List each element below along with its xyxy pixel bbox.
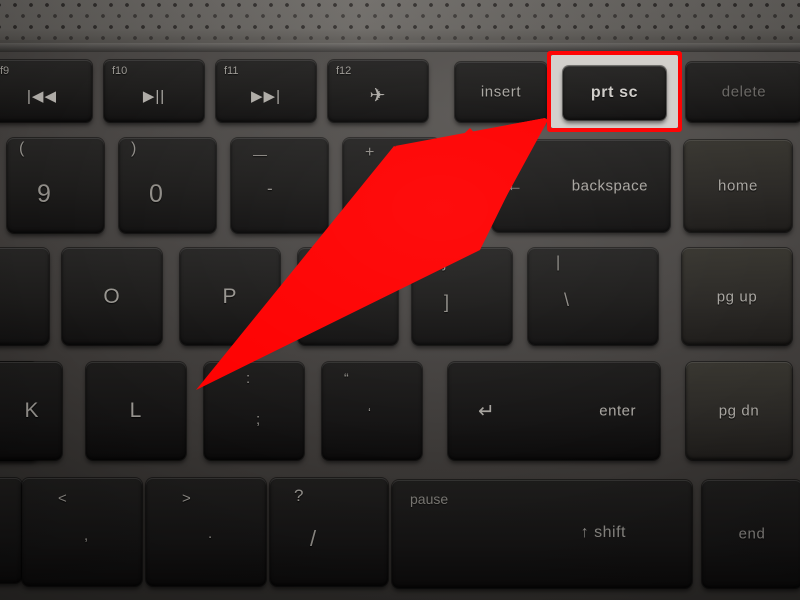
- delete-label: delete: [721, 83, 767, 101]
- previous-track-icon: |◀◀: [27, 87, 57, 105]
- key-equals-label: =: [373, 181, 385, 202]
- home-label: home: [718, 177, 758, 195]
- key-9[interactable]: ( 9: [7, 138, 104, 233]
- key-home[interactable]: home: [684, 140, 792, 232]
- pg-up-label: pg up: [716, 288, 758, 305]
- prt-sc-highlight-box: [547, 51, 682, 132]
- key-slash[interactable]: ? /: [270, 478, 388, 586]
- pg-dn-label: pg dn: [718, 402, 760, 420]
- key-pg-up[interactable]: pg up: [682, 248, 792, 345]
- key-delete[interactable]: delete: [686, 62, 800, 122]
- keyboard-photo: f9 |◀◀ f10 ▶|| f11 ▶▶| f12 ✈ insert prt …: [0, 0, 800, 600]
- key-bracket-right-label: ]: [444, 292, 450, 312]
- key-f11[interactable]: f11 ▶▶|: [216, 60, 316, 122]
- f10-label: f10: [112, 65, 128, 77]
- key-semicolon-shift-legend: :: [246, 370, 251, 387]
- airplane-mode-icon: ✈: [369, 85, 387, 107]
- key-bracket-right-shift-legend: }: [442, 254, 448, 271]
- key-slash-shift-legend: ?: [294, 486, 304, 505]
- key-o-label: O: [103, 284, 121, 308]
- key-minus[interactable]: — -: [231, 138, 328, 233]
- key-period-shift-legend: >: [182, 490, 191, 507]
- key-period-label: .: [208, 525, 213, 542]
- key-bracket-left[interactable]: { [: [298, 248, 398, 345]
- key-quote-label: ‘: [368, 405, 371, 420]
- key-m[interactable]: [0, 478, 22, 583]
- key-pg-dn[interactable]: pg dn: [686, 362, 792, 460]
- f9-label: f9: [0, 65, 10, 77]
- key-0[interactable]: ) 0: [119, 138, 216, 233]
- enter-label: enter: [599, 402, 636, 420]
- key-f10[interactable]: f10 ▶||: [104, 60, 204, 122]
- key-equals[interactable]: + =: [343, 138, 440, 233]
- key-semicolon-label: ;: [256, 411, 261, 428]
- key-bracket-right[interactable]: } ]: [412, 248, 512, 345]
- key-i[interactable]: [0, 248, 49, 345]
- key-right-shift[interactable]: pause ↑ shift: [392, 480, 692, 588]
- key-l-label: L: [129, 399, 143, 422]
- speaker-grille: [0, 0, 800, 52]
- key-0-label: 0: [149, 180, 163, 208]
- key-backslash[interactable]: | \: [528, 248, 658, 345]
- key-enter[interactable]: ↵ enter: [448, 362, 660, 460]
- key-end[interactable]: end: [702, 480, 800, 588]
- next-track-icon: ▶▶|: [251, 87, 281, 105]
- enter-arrow-icon: ↵: [478, 400, 495, 423]
- key-0-shift-legend: ): [131, 140, 137, 157]
- key-backslash-label: \: [564, 290, 570, 310]
- key-k-label: K: [24, 399, 40, 422]
- key-9-label: 9: [37, 180, 51, 208]
- key-slash-label: /: [310, 526, 317, 551]
- key-quote[interactable]: “ ‘: [322, 362, 422, 460]
- key-insert[interactable]: insert: [455, 62, 547, 122]
- f11-label: f11: [224, 65, 239, 77]
- backspace-label: backspace: [571, 177, 648, 195]
- key-bracket-left-label: [: [340, 292, 346, 312]
- key-comma[interactable]: < ,: [22, 478, 142, 586]
- key-minus-label: -: [267, 179, 273, 198]
- key-f12[interactable]: f12 ✈: [328, 60, 428, 122]
- key-k[interactable]: K: [0, 362, 62, 460]
- key-period[interactable]: > .: [146, 478, 266, 586]
- left-arrow-icon: ←: [506, 176, 523, 195]
- key-equals-shift-legend: +: [365, 144, 375, 161]
- key-comma-label: ,: [84, 527, 89, 544]
- key-9-shift-legend: (: [19, 140, 25, 157]
- f12-label: f12: [336, 65, 352, 77]
- key-p-label: P: [222, 284, 238, 308]
- pause-label: pause: [410, 491, 449, 507]
- key-bracket-left-shift-legend: {: [338, 254, 344, 271]
- key-minus-shift-legend: —: [253, 146, 267, 162]
- end-label: end: [738, 525, 766, 543]
- key-semicolon[interactable]: : ;: [204, 362, 304, 460]
- key-comma-shift-legend: <: [58, 490, 67, 507]
- key-p[interactable]: P: [180, 248, 280, 345]
- key-backslash-shift-legend: |: [556, 254, 561, 271]
- key-quote-shift-legend: “: [344, 370, 349, 386]
- key-backspace[interactable]: ← backspace: [492, 140, 670, 232]
- key-f9[interactable]: f9 |◀◀: [0, 60, 92, 122]
- shift-label: ↑ shift: [580, 524, 626, 541]
- insert-label: insert: [480, 83, 522, 101]
- key-o[interactable]: O: [62, 248, 162, 345]
- key-l[interactable]: L: [86, 362, 186, 460]
- play-pause-icon: ▶||: [142, 87, 166, 105]
